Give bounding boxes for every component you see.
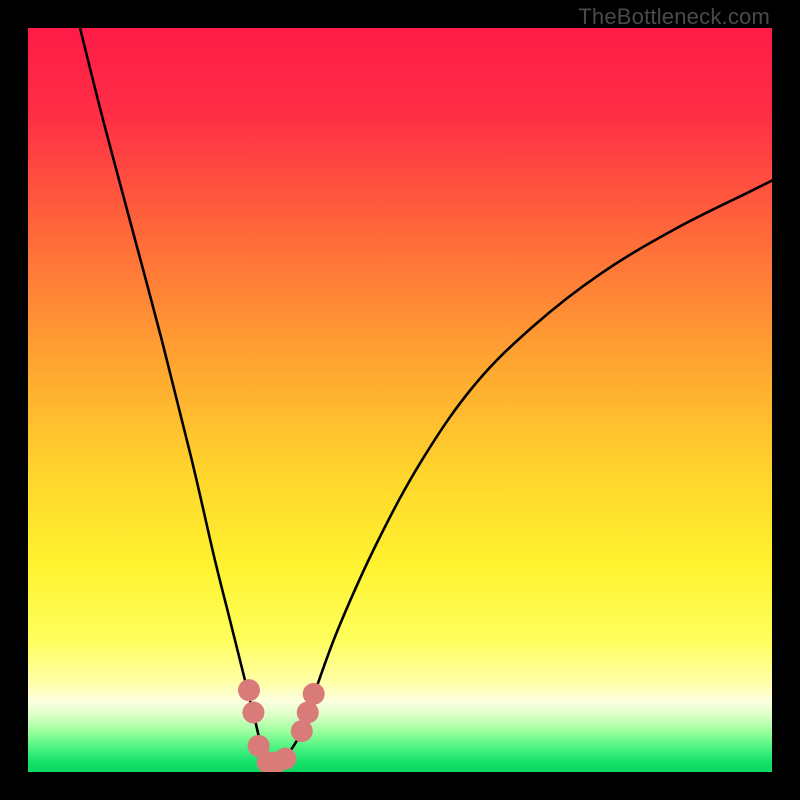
chart-svg	[28, 28, 772, 772]
outer-frame: TheBottleneck.com	[0, 0, 800, 800]
highlight-dots	[238, 679, 325, 772]
highlight-dot	[238, 679, 260, 701]
highlight-dot	[291, 720, 313, 742]
highlight-dot	[274, 748, 296, 770]
plot-area	[28, 28, 772, 772]
highlight-dot	[303, 683, 325, 705]
highlight-dot	[242, 701, 264, 723]
highlight-dot	[297, 701, 319, 723]
watermark-text: TheBottleneck.com	[578, 4, 770, 30]
bottleneck-curve	[80, 28, 772, 765]
